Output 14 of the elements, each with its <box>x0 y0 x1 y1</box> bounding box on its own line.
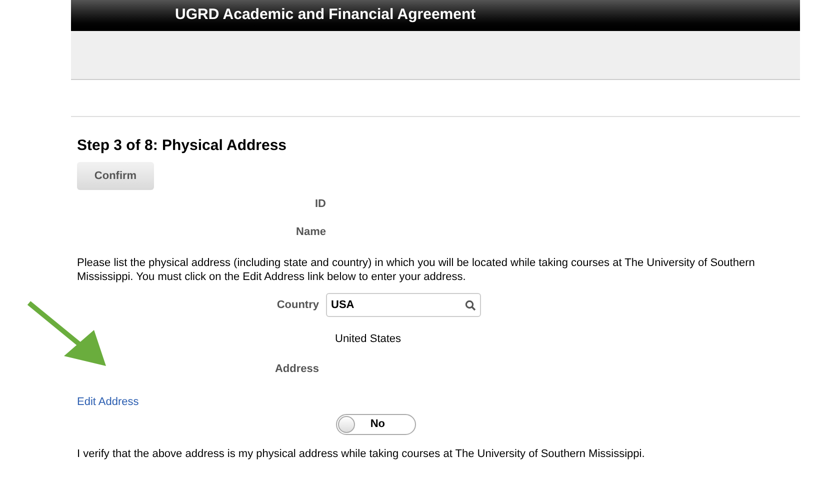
page-title: UGRD Academic and Financial Agreement <box>175 5 476 26</box>
confirm-button[interactable]: Confirm <box>77 162 154 190</box>
field-label: Name <box>296 224 326 240</box>
field-label: Country <box>276 298 319 313</box>
field-label: ID <box>315 197 326 212</box>
country-field[interactable]: USA <box>326 293 481 317</box>
edit-address-link[interactable]: Edit Address <box>77 396 139 408</box>
instructions-text: Please list the physical address (including state and country) in which you will be located while taking courses at The University of Southern Mississippi. You must click on the Edit Address link below to enter your address. <box>77 256 756 284</box>
step-heading: Step 3 of 8: Physical Address <box>77 137 288 155</box>
country-description: United States <box>335 333 402 345</box>
verify-text: I verify that the above address is my physical address while taking courses at The University of Southern Mississippi. <box>77 446 646 462</box>
toggle-switch[interactable]: No <box>336 414 416 434</box>
search-icon[interactable] <box>465 300 476 310</box>
field-label: Address <box>274 362 319 377</box>
